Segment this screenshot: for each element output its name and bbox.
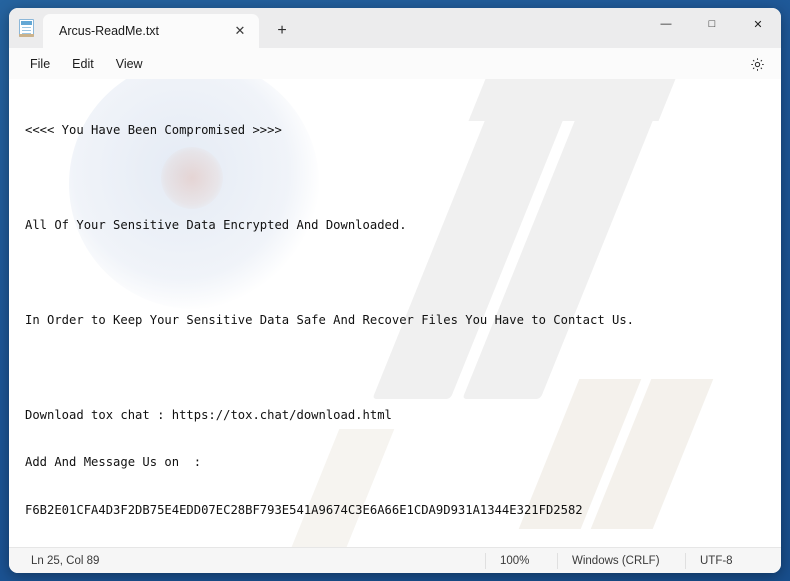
note-line: <<<< You Have Been Compromised >>>> xyxy=(25,123,771,139)
notepad-icon xyxy=(9,8,43,48)
note-line xyxy=(25,265,771,281)
gear-icon[interactable] xyxy=(745,52,769,76)
notepad-window: Arcus-ReadMe.txt ✕ + — □ ✕ File Edit Vie… xyxy=(9,8,781,573)
new-tab-button[interactable]: + xyxy=(267,16,297,46)
status-line-ending[interactable]: Windows (CRLF) xyxy=(557,553,685,569)
note-line: Add And Message Us on : xyxy=(25,455,771,471)
note-line xyxy=(25,170,771,186)
close-tab-icon[interactable]: ✕ xyxy=(227,19,253,43)
minimize-button[interactable]: — xyxy=(643,8,689,40)
close-window-button[interactable]: ✕ xyxy=(735,8,781,40)
menu-edit[interactable]: Edit xyxy=(61,53,105,75)
status-encoding[interactable]: UTF-8 xyxy=(685,553,781,569)
tab-arcus-readme[interactable]: Arcus-ReadMe.txt ✕ xyxy=(43,14,259,48)
status-bar: Ln 25, Col 89 100% Windows (CRLF) UTF-8 xyxy=(9,547,781,573)
note-line xyxy=(25,360,771,376)
note-line: All Of Your Sensitive Data Encrypted And… xyxy=(25,218,771,234)
note-line-tox-id: F6B2E01CFA4D3F2DB75E4EDD07EC28BF793E541A… xyxy=(25,503,771,519)
menu-file[interactable]: File xyxy=(19,53,61,75)
title-bar: Arcus-ReadMe.txt ✕ + — □ ✕ xyxy=(9,8,781,48)
tab-title: Arcus-ReadMe.txt xyxy=(59,24,227,38)
status-cursor-position: Ln 25, Col 89 xyxy=(9,555,485,567)
menu-view[interactable]: View xyxy=(105,53,154,75)
status-zoom-level[interactable]: 100% xyxy=(485,553,557,569)
menu-bar: File Edit View xyxy=(9,48,781,79)
ransom-note-text[interactable]: <<<< You Have Been Compromised >>>> All … xyxy=(9,79,781,547)
window-controls: — □ ✕ xyxy=(643,8,781,40)
note-line: In Order to Keep Your Sensitive Data Saf… xyxy=(25,313,771,329)
editor-area[interactable]: <<<< You Have Been Compromised >>>> All … xyxy=(9,79,781,547)
maximize-button[interactable]: □ xyxy=(689,8,735,40)
note-line: Download tox chat : https://tox.chat/dow… xyxy=(25,408,771,424)
